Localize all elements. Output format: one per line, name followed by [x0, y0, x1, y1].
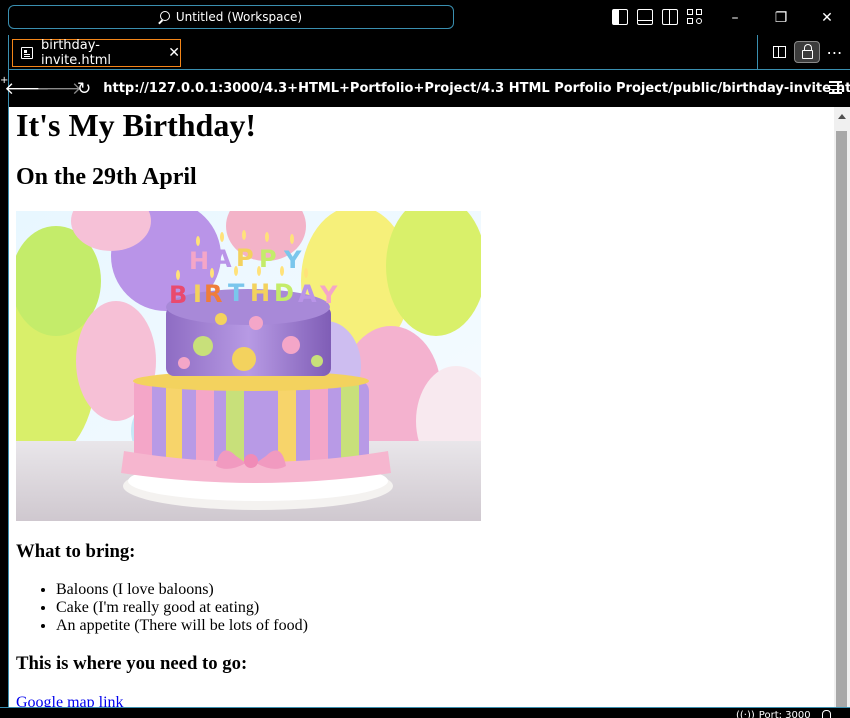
svg-text:R: R: [204, 280, 222, 308]
svg-text:Y: Y: [283, 246, 302, 274]
minimize-button[interactable]: –: [712, 0, 758, 35]
search-icon: [159, 11, 170, 21]
svg-text:P: P: [236, 244, 254, 272]
scrollbar-thumb[interactable]: [836, 131, 847, 707]
svg-text:P: P: [259, 245, 277, 273]
lock-icon: [801, 44, 813, 59]
google-map-link[interactable]: Google map link: [16, 693, 826, 707]
activity-bar-edge: +: [0, 35, 9, 718]
page-content: It's My Birthday! On the 29th April H A …: [16, 107, 826, 707]
status-bar: ((·)) Port: 3000: [0, 707, 850, 718]
customize-layout-icon[interactable]: [687, 9, 703, 25]
svg-text:Y: Y: [319, 281, 338, 309]
location-heading: This is where you need to go:: [16, 653, 248, 674]
more-actions-button[interactable]: ⋯: [822, 41, 848, 63]
svg-text:B: B: [169, 281, 187, 309]
reload-button[interactable]: ↻: [77, 75, 91, 103]
list-item: Cake (I'm really good at eating): [56, 599, 826, 617]
page-title: It's My Birthday!: [16, 107, 256, 143]
broadcast-icon: ((·)): [736, 710, 755, 718]
window-controls: – ❐ ✕: [712, 0, 850, 35]
lock-group-button[interactable]: [794, 41, 820, 63]
list-item: An appetite (There will be lots of food): [56, 617, 826, 635]
svg-text:H: H: [250, 279, 270, 307]
toggle-primary-sidebar-icon[interactable]: [612, 9, 628, 25]
toggle-secondary-sidebar-icon[interactable]: [662, 9, 678, 25]
layout-controls: [612, 9, 703, 25]
svg-text:H: H: [189, 247, 209, 275]
close-tab-icon[interactable]: ✕: [168, 45, 180, 61]
editor-actions: ⋯: [757, 35, 850, 69]
toggle-panel-icon[interactable]: [637, 9, 653, 25]
scroll-up-arrow-icon[interactable]: [838, 114, 846, 119]
address-bar[interactable]: http://127.0.0.1:3000/4.3+HTML+Portfolio…: [103, 81, 850, 96]
browser-menu-icon[interactable]: [829, 81, 842, 94]
title-bar: Untitled (Workspace) – ❐ ✕: [0, 0, 850, 35]
svg-text:A: A: [213, 245, 232, 273]
bring-heading: What to bring:: [16, 541, 136, 562]
vertical-scrollbar[interactable]: [834, 107, 850, 707]
command-center-search[interactable]: Untitled (Workspace): [8, 5, 454, 29]
notifications-bell-icon[interactable]: [822, 710, 831, 718]
workspace-title: Untitled (Workspace): [175, 10, 303, 24]
browser-viewport: It's My Birthday! On the 29th April H A …: [9, 107, 850, 707]
restore-button[interactable]: ❐: [758, 0, 804, 35]
split-editor-button[interactable]: [766, 41, 792, 63]
preview-page-icon: [21, 47, 33, 59]
svg-text:D: D: [274, 279, 294, 307]
close-window-button[interactable]: ✕: [804, 0, 850, 35]
svg-text:I: I: [193, 280, 202, 308]
svg-text:T: T: [228, 279, 245, 307]
tab-label: birthday-invite.html: [41, 38, 111, 68]
forward-button[interactable]: 🡒: [36, 75, 82, 103]
bring-list: Baloons (I love baloons) Cake (I'm reall…: [16, 581, 826, 635]
list-item: Baloons (I love baloons): [56, 581, 826, 599]
browser-toolbar: 🡐 🡒 ↻ http://127.0.0.1:3000/4.3+HTML+Por…: [4, 70, 850, 107]
live-server-port[interactable]: ((·)) Port: 3000: [736, 710, 811, 718]
editor-tabs: birthday-invite.html ✕ ⋯: [9, 35, 850, 70]
split-editor-icon: [772, 46, 786, 58]
birthday-cake-image: H A P P Y B I R T H D A Y: [16, 211, 481, 521]
svg-text:A: A: [298, 280, 317, 308]
tab-birthday-invite[interactable]: birthday-invite.html ✕: [12, 38, 181, 68]
party-date: On the 29th April: [16, 164, 197, 190]
